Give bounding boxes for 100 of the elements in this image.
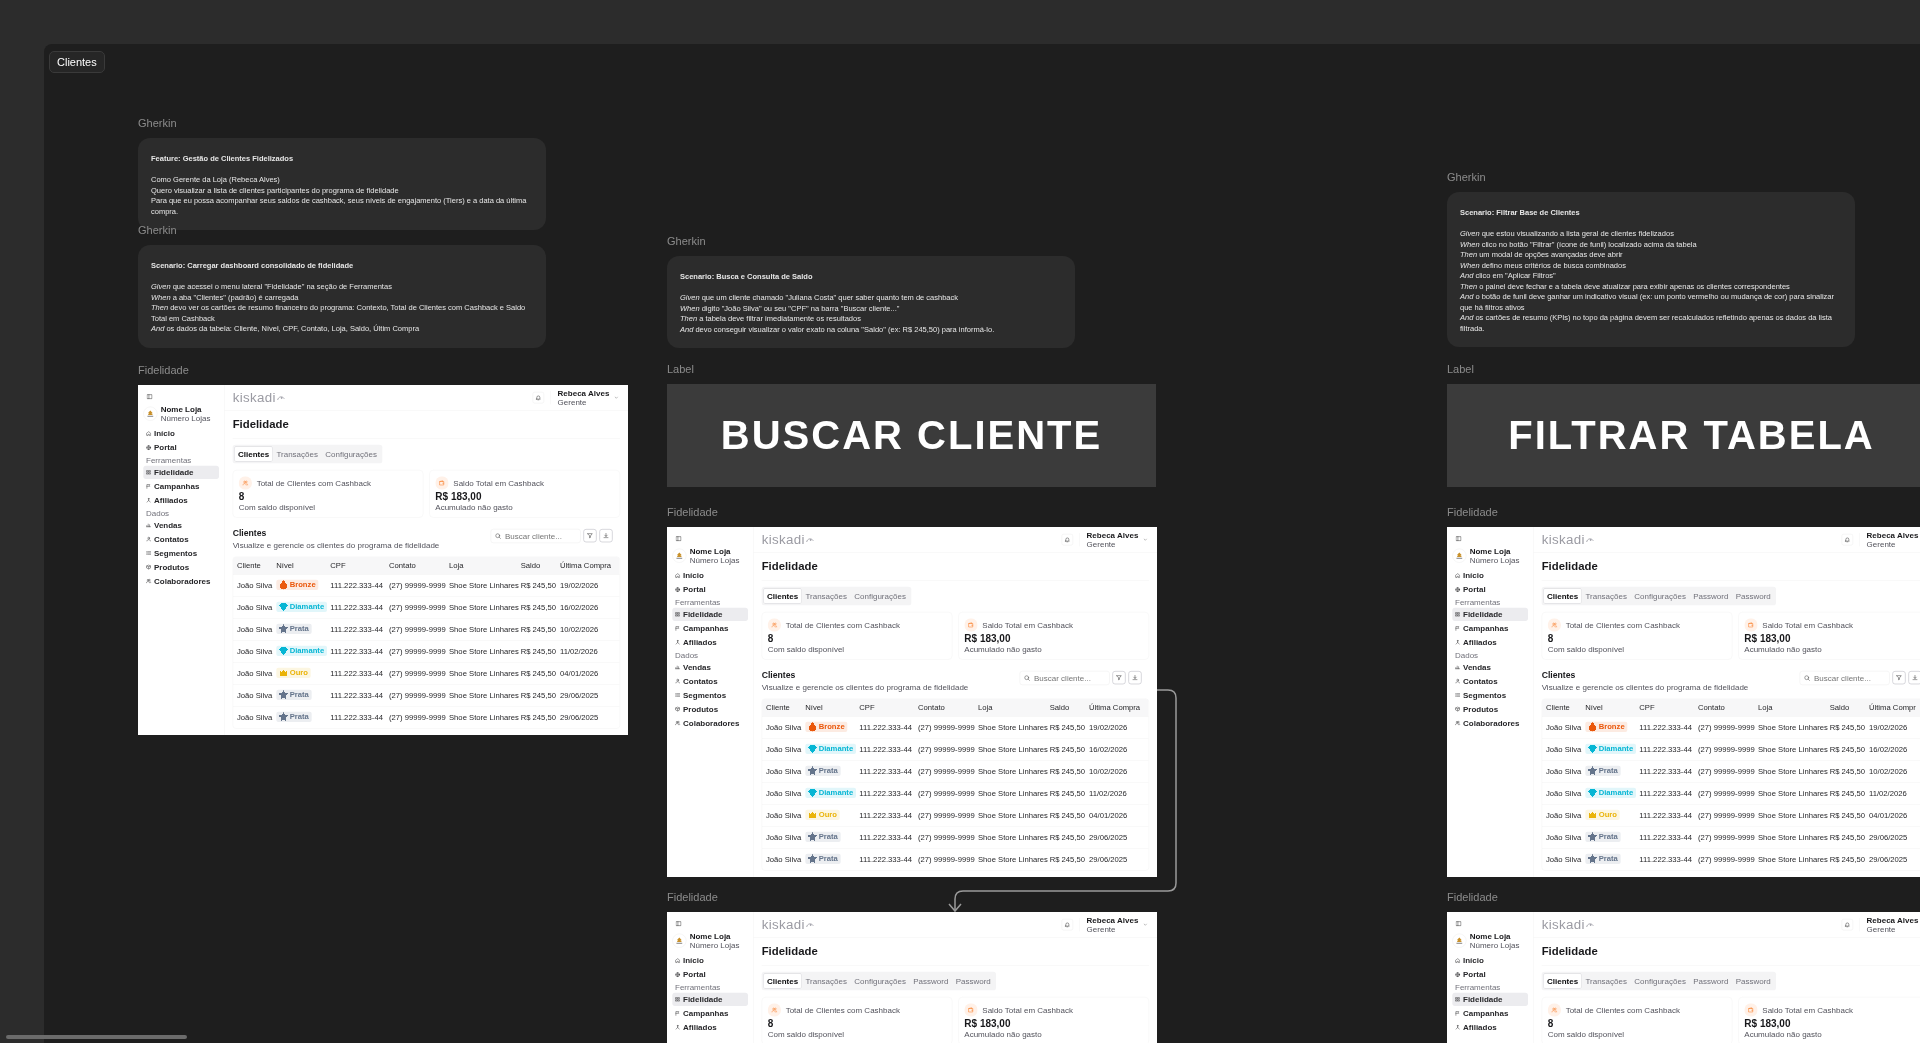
sidebar-item[interactable]: Vendas: [143, 518, 219, 532]
sidebar-item[interactable]: Início: [1452, 569, 1528, 583]
store-subtitle: Número Lojas: [1469, 555, 1520, 565]
sidebar-item[interactable]: Contatos: [672, 674, 748, 688]
sidebar-item[interactable]: Campanhas: [672, 621, 748, 635]
sidebar-item[interactable]: Campanhas: [143, 479, 219, 493]
sidebar-item[interactable]: Fidelidade: [1452, 992, 1528, 1006]
tab[interactable]: Transações: [1582, 973, 1631, 989]
sidebar-item[interactable]: Fidelidade: [1452, 607, 1528, 621]
sidebar-item[interactable]: Portal: [672, 583, 748, 597]
sidebar-item[interactable]: Portal: [672, 968, 748, 982]
sidebar-item[interactable]: Contatos: [143, 532, 219, 546]
kpi-note: Acumulado não gasto: [1744, 645, 1823, 655]
sidebar-item[interactable]: Campanhas: [672, 1006, 748, 1020]
store-name: Nome Loja: [1469, 546, 1512, 556]
tab[interactable]: Clientes: [763, 973, 802, 989]
search-field[interactable]: Buscar cliente...: [1019, 671, 1110, 685]
tab[interactable]: Transações: [802, 588, 851, 604]
sidebar-item[interactable]: Afiliados: [672, 1020, 748, 1034]
sidebar-item[interactable]: Afiliados: [143, 493, 219, 507]
page-title: Fidelidade: [232, 410, 620, 439]
sidebar-item[interactable]: Produtos: [143, 560, 219, 574]
frame-caption: Fidelidade: [667, 891, 719, 905]
sidebar-item[interactable]: Vendas: [1452, 660, 1528, 674]
store-subtitle: Número Lojas: [1469, 940, 1520, 950]
logo-text: kiskadi: [761, 532, 805, 547]
tab[interactable]: Password: [909, 973, 952, 989]
tab[interactable]: Transações: [1582, 588, 1631, 604]
tab[interactable]: Configurações: [850, 588, 910, 604]
frame-caption: Fidelidade: [1447, 891, 1499, 905]
sidebar-item[interactable]: Portal: [1452, 968, 1528, 982]
tab[interactable]: Transações: [273, 446, 322, 462]
kpi-note: Acumulado não gasto: [964, 645, 1043, 655]
tab[interactable]: Configurações: [1630, 588, 1690, 604]
label-banner: BUSCAR CLIENTE: [667, 384, 1156, 487]
store-name: Nome Loja: [689, 546, 732, 556]
tab[interactable]: Password: [1689, 588, 1732, 604]
section-title: Ferramentas: [674, 597, 722, 608]
sidebar-item[interactable]: Afiliados: [672, 635, 748, 649]
sidebar-item[interactable]: Campanhas: [1452, 1006, 1528, 1020]
tab[interactable]: Configurações: [1630, 973, 1690, 989]
sidebar-item[interactable]: Portal: [1452, 583, 1528, 597]
kpi-value: 8: [767, 633, 775, 645]
section-title: Ferramentas: [674, 982, 722, 993]
sidebar-item[interactable]: Segmentos: [1452, 688, 1528, 702]
sidebar-item[interactable]: Colaboradores: [143, 574, 219, 588]
sidebar-item[interactable]: Afiliados: [1452, 1020, 1528, 1034]
logo-text: kiskadi: [1541, 917, 1585, 932]
sidebar-item[interactable]: Afiliados: [1452, 635, 1528, 649]
sidebar-item[interactable]: Início: [672, 954, 748, 968]
tab[interactable]: Clientes: [234, 446, 273, 462]
sidebar-item[interactable]: Fidelidade: [672, 607, 748, 621]
sidebar-item[interactable]: Colaboradores: [672, 716, 748, 730]
sidebar-item[interactable]: Campanhas: [1452, 621, 1528, 635]
tab[interactable]: Clientes: [1543, 973, 1582, 989]
sidebar-item[interactable]: Início: [143, 427, 219, 441]
sidebar-item[interactable]: Início: [672, 569, 748, 583]
sidebar-item[interactable]: Produtos: [672, 702, 748, 716]
sidebar-item[interactable]: Segmentos: [672, 688, 748, 702]
user-role: Gerente: [557, 397, 588, 407]
tab[interactable]: Configurações: [321, 446, 381, 462]
tab[interactable]: Clientes: [763, 588, 802, 604]
page-title: Fidelidade: [761, 552, 1149, 581]
sidebar-item[interactable]: Fidelidade: [672, 992, 748, 1006]
tab[interactable]: Password: [952, 973, 995, 989]
sidebar-item[interactable]: Produtos: [1452, 702, 1528, 716]
frame-caption: Fidelidade: [138, 364, 190, 378]
tab[interactable]: Password: [1732, 973, 1775, 989]
logo-text: kiskadi: [1541, 532, 1585, 547]
sidebar-item[interactable]: Início: [1452, 954, 1528, 968]
sidebar-item[interactable]: Segmentos: [143, 546, 219, 560]
label-banner: FILTRAR TABELA: [1447, 384, 1920, 487]
kpi-label: Saldo Total em Cashback: [982, 620, 1073, 630]
kpi-value: R$ 183,00: [435, 491, 483, 503]
sidebar-item[interactable]: Colaboradores: [1452, 716, 1528, 730]
sidebar-item[interactable]: Portal: [143, 441, 219, 455]
sidebar-item[interactable]: Fidelidade: [143, 465, 219, 479]
tab[interactable]: Password: [1689, 973, 1732, 989]
store-name: Nome Loja: [160, 404, 203, 414]
kpi-value: R$ 183,00: [964, 633, 1012, 645]
page-title: Fidelidade: [761, 937, 1149, 966]
kpi-value: 8: [1547, 633, 1555, 645]
frame-label[interactable]: Clientes: [49, 51, 105, 73]
search-field[interactable]: Buscar cliente...: [490, 529, 581, 543]
sidebar-item[interactable]: Contatos: [1452, 674, 1528, 688]
frame-caption: Fidelidade: [1447, 506, 1499, 520]
tab[interactable]: Password: [1732, 588, 1775, 604]
store-subtitle: Número Lojas: [689, 940, 740, 950]
sidebar-item[interactable]: Vendas: [672, 660, 748, 674]
page-title: Fidelidade: [1541, 937, 1920, 966]
tab[interactable]: Transações: [802, 973, 851, 989]
section-title: Dados: [1454, 649, 1480, 661]
tab[interactable]: Clientes: [1543, 588, 1582, 604]
kpi-label: Saldo Total em Cashback: [982, 1005, 1073, 1015]
search-field[interactable]: Buscar cliente...: [1799, 671, 1890, 685]
section-subtitle: Visualize e gerencie os clientes do programa de fidelidade: [232, 540, 440, 550]
tab[interactable]: Configurações: [850, 973, 910, 989]
store-subtitle: Número Lojas: [160, 413, 211, 423]
kpi-value: R$ 183,00: [1744, 633, 1792, 645]
kpi-label: Total de Clientes com Cashback: [785, 1005, 900, 1015]
